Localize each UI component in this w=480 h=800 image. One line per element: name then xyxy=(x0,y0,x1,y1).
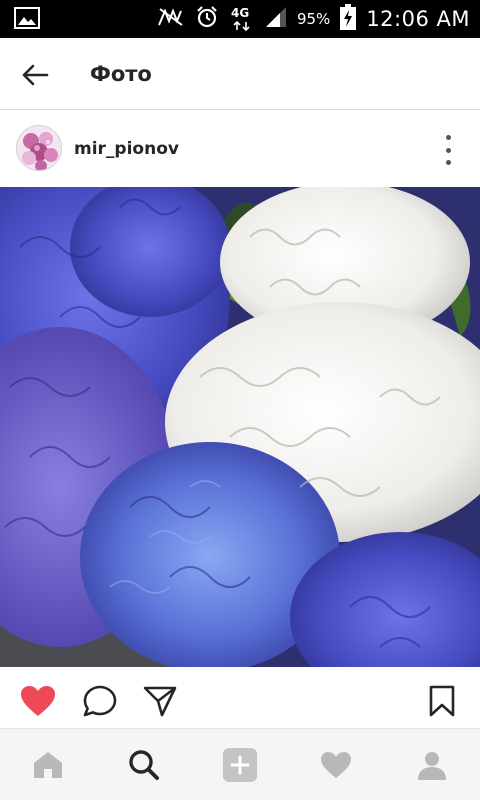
data-arrows-icon: 4G xyxy=(229,6,255,32)
post-username[interactable]: mir_pionov xyxy=(74,139,179,159)
search-icon xyxy=(129,749,159,780)
status-bar: 4G 95% 12:06 AM xyxy=(0,0,480,38)
alarm-icon xyxy=(195,5,219,34)
bottom-navigation xyxy=(0,729,480,800)
share-button[interactable] xyxy=(140,683,180,719)
battery-percent: 95% xyxy=(296,10,331,28)
hydrangeas-photo xyxy=(0,187,480,667)
image-notification-icon xyxy=(14,7,40,34)
like-button[interactable] xyxy=(18,683,58,719)
nav-activity[interactable] xyxy=(288,729,384,800)
battery-charging-icon xyxy=(340,3,357,35)
vertical-dots-icon xyxy=(445,135,451,140)
nav-search[interactable] xyxy=(96,729,192,800)
app-header: Фото xyxy=(0,38,480,110)
save-button[interactable] xyxy=(422,683,462,719)
post-photo[interactable] xyxy=(0,187,480,667)
clock: 12:06 AM xyxy=(366,7,470,31)
nav-home[interactable] xyxy=(0,729,96,800)
activity-heart-icon xyxy=(321,751,351,778)
home-icon xyxy=(34,751,62,778)
heart-filled-icon xyxy=(21,686,55,716)
arrow-left-icon xyxy=(22,64,49,86)
bookmark-icon xyxy=(429,685,455,717)
add-post-icon xyxy=(223,747,257,782)
comment-button[interactable] xyxy=(80,683,120,719)
page-title: Фото xyxy=(90,62,152,86)
signal-bars-icon xyxy=(265,6,287,33)
more-options-button[interactable] xyxy=(442,135,454,165)
comment-icon xyxy=(83,685,117,717)
nav-profile[interactable] xyxy=(384,729,480,800)
share-icon xyxy=(143,686,177,717)
no-signal-icon xyxy=(157,7,185,32)
post-action-bar xyxy=(0,667,480,729)
back-button[interactable] xyxy=(18,58,52,92)
post-header: mir_pionov xyxy=(0,111,480,187)
profile-icon xyxy=(418,751,446,780)
avatar[interactable] xyxy=(16,125,62,171)
nav-add-post[interactable] xyxy=(192,729,288,800)
